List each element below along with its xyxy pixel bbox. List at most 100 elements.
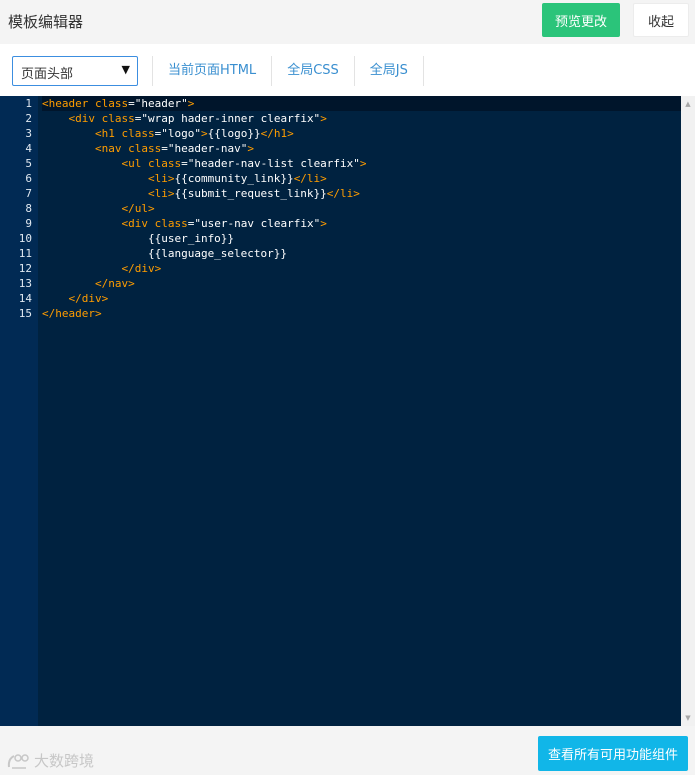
line-number: 4 — [25, 142, 32, 155]
code-token: </ul> — [121, 202, 155, 215]
line-number: 1 — [25, 97, 32, 110]
code-line: <ul class="header-nav-list clearfix"> — [42, 156, 681, 171]
editor-header: 模板编辑器 预览更改 收起 — [0, 0, 695, 44]
code-line: <nav class="header-nav"> — [42, 141, 681, 156]
editor-footer: 大数跨境 查看所有可用功能组件 — [0, 726, 695, 775]
page-title: 模板编辑器 — [8, 13, 84, 31]
code-token: "logo" — [161, 127, 201, 140]
code-token: <li> — [147, 172, 175, 185]
scroll-up-arrow-icon[interactable]: ▲ — [681, 98, 695, 110]
watermark-logo-icon — [7, 753, 29, 769]
code-token: class — [94, 97, 129, 110]
tab-global-js[interactable]: 全局JS — [353, 56, 424, 86]
line-number: 5 — [25, 157, 32, 170]
line-number: 9 — [25, 217, 32, 230]
code-token: class — [128, 142, 162, 155]
code-token: </div> — [121, 262, 162, 275]
code-content[interactable]: <header class="header"> <div class="wrap… — [42, 96, 681, 321]
code-token: {{submit_request_link}} — [174, 187, 327, 200]
caret-down-icon: ▼ — [121, 63, 130, 76]
line-number: 10 — [18, 232, 32, 245]
code-token: {{language_selector}} — [42, 247, 288, 260]
code-token: <ul — [121, 157, 142, 170]
line-number: 8 — [25, 202, 32, 215]
line-number: 15 — [18, 307, 32, 320]
code-line: </header> — [42, 306, 681, 321]
code-token: > — [359, 157, 367, 170]
code-token: class — [101, 112, 135, 125]
code-line: </div> — [42, 291, 681, 306]
line-number: 12 — [18, 262, 32, 275]
code-token: > — [247, 142, 254, 155]
line-number: 14 — [18, 292, 32, 305]
line-number: 6 — [25, 172, 32, 185]
editor-toolbar: 页面头部 ▼ 当前页面HTML 全局CSS 全局JS — [0, 44, 695, 96]
tab-global-css[interactable]: 全局CSS — [271, 56, 354, 86]
watermark: 大数跨境 — [6, 750, 94, 771]
code-line: <div class="user-nav clearfix"> — [42, 216, 681, 231]
template-section-select[interactable]: 页面头部 ▼ — [12, 56, 138, 86]
code-line: <div class="wrap hader-inner clearfix"> — [42, 111, 681, 126]
select-value: 页面头部 — [21, 67, 74, 82]
code-line: {{language_selector}} — [42, 246, 681, 261]
code-line: </nav> — [42, 276, 681, 291]
code-token: > — [187, 97, 195, 110]
code-token: </li> — [293, 172, 327, 185]
line-number: 3 — [25, 127, 32, 140]
code-line: <header class="header"> — [42, 96, 681, 111]
code-line: <li>{{community_link}}</li> — [42, 171, 681, 186]
scroll-down-arrow-icon[interactable]: ▼ — [681, 712, 695, 724]
code-token: <div — [121, 217, 148, 230]
code-token: "wrap hader-inner clearfix" — [141, 112, 321, 125]
code-token: <nav — [94, 142, 122, 155]
code-token: </nav> — [94, 277, 135, 290]
code-token: = — [128, 97, 135, 110]
code-line: </div> — [42, 261, 681, 276]
collapse-button[interactable]: 收起 — [633, 3, 689, 37]
code-line: <h1 class="logo">{{logo}}</h1> — [42, 126, 681, 141]
code-token: </div> — [68, 292, 109, 305]
code-token: <li> — [147, 187, 175, 200]
code-token: <h1 — [94, 127, 115, 140]
code-token: class — [154, 217, 188, 230]
vertical-scrollbar[interactable]: ▲ ▼ — [681, 96, 695, 726]
tab-bar: 当前页面HTML 全局CSS 全局JS — [152, 56, 424, 86]
tab-current-page-html[interactable]: 当前页面HTML — [152, 56, 271, 86]
code-token: class — [147, 157, 182, 170]
code-token: "header-nav" — [167, 142, 248, 155]
view-all-widgets-button[interactable]: 查看所有可用功能组件 — [538, 736, 688, 771]
code-token: {{community_link}} — [174, 172, 294, 185]
code-line: <li>{{submit_request_link}}</li> — [42, 186, 681, 201]
preview-changes-button[interactable]: 预览更改 — [542, 3, 620, 37]
code-token: </li> — [326, 187, 360, 200]
code-token: </h1> — [260, 127, 294, 140]
code-line: {{user_info}} — [42, 231, 681, 246]
code-token: <div — [68, 112, 96, 125]
code-token: > — [320, 112, 327, 125]
line-number: 11 — [18, 247, 32, 260]
line-number: 2 — [25, 112, 32, 125]
code-line: </ul> — [42, 201, 681, 216]
code-token: > — [200, 127, 208, 140]
code-token: = — [161, 142, 168, 155]
code-token: "user-nav clearfix" — [194, 217, 321, 230]
code-editor[interactable]: 1 2 3 4 5 6 7 8 9 10 11 12 13 14 15 <header class="hea… — [0, 96, 695, 726]
code-token: <header — [42, 97, 89, 110]
code-token: class — [121, 127, 155, 140]
line-number: 13 — [18, 277, 32, 290]
watermark-text: 大数跨境 — [34, 752, 95, 770]
code-token: > — [320, 217, 327, 230]
